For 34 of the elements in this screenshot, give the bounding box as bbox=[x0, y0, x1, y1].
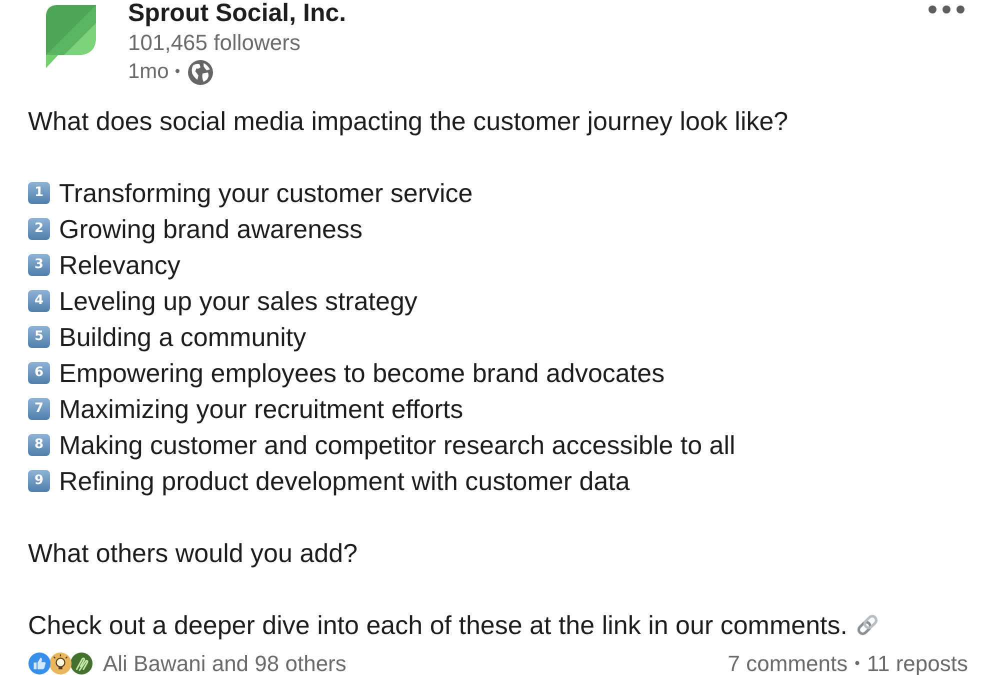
globe-icon bbox=[188, 60, 214, 84]
separator-dot: • bbox=[854, 654, 860, 674]
comments-count[interactable]: 7 comments bbox=[728, 652, 848, 675]
more-icon bbox=[928, 4, 964, 14]
follower-count: 101,465 followers bbox=[128, 29, 300, 57]
list-item-text: Building a community bbox=[59, 321, 306, 354]
post-time: 1mo bbox=[128, 59, 169, 85]
keycap-number: 6 bbox=[28, 362, 50, 384]
keycap-number: 7 bbox=[28, 398, 50, 420]
company-name[interactable]: Sprout Social, Inc. bbox=[128, 0, 346, 27]
list-item-text: Refining product development with customer data bbox=[59, 465, 630, 498]
keycap-number: 4 bbox=[28, 290, 50, 312]
keycap-number: 9 bbox=[28, 470, 50, 492]
post-text: Check out a deeper dive into each of these at the link in our comments. bbox=[28, 609, 848, 642]
list-item-text: Transforming your customer service bbox=[59, 177, 473, 210]
reactions-summary[interactable]: Ali Bawani and 98 others bbox=[103, 652, 346, 675]
keycap-number: 1 bbox=[28, 182, 50, 204]
lightbulb-icon bbox=[49, 652, 72, 675]
post-text: What others would you add? bbox=[28, 537, 358, 570]
chain-link-icon bbox=[855, 612, 880, 638]
keycap-number: 2 bbox=[28, 218, 50, 240]
clapping-hands-icon bbox=[70, 652, 93, 675]
list-item-text: Making customer and competitor research accessible to all bbox=[59, 429, 736, 462]
list-item-text: Leveling up your sales strategy bbox=[59, 285, 418, 318]
keycap-number: 3 bbox=[28, 254, 50, 276]
post-text: What does social media impacting the customer journey look like? bbox=[28, 105, 788, 138]
list-item-text: Growing brand awareness bbox=[59, 213, 362, 246]
list-item-text: Maximizing your recruitment efforts bbox=[59, 393, 464, 426]
thumbs-up-icon bbox=[28, 652, 51, 675]
keycap-number: 5 bbox=[28, 326, 50, 348]
separator-dot: • bbox=[174, 62, 180, 82]
keycap-number: 8 bbox=[28, 434, 50, 456]
list-item-text: Empowering employees to become brand advocates bbox=[59, 357, 665, 390]
list-item-text: Relevancy bbox=[59, 249, 180, 282]
